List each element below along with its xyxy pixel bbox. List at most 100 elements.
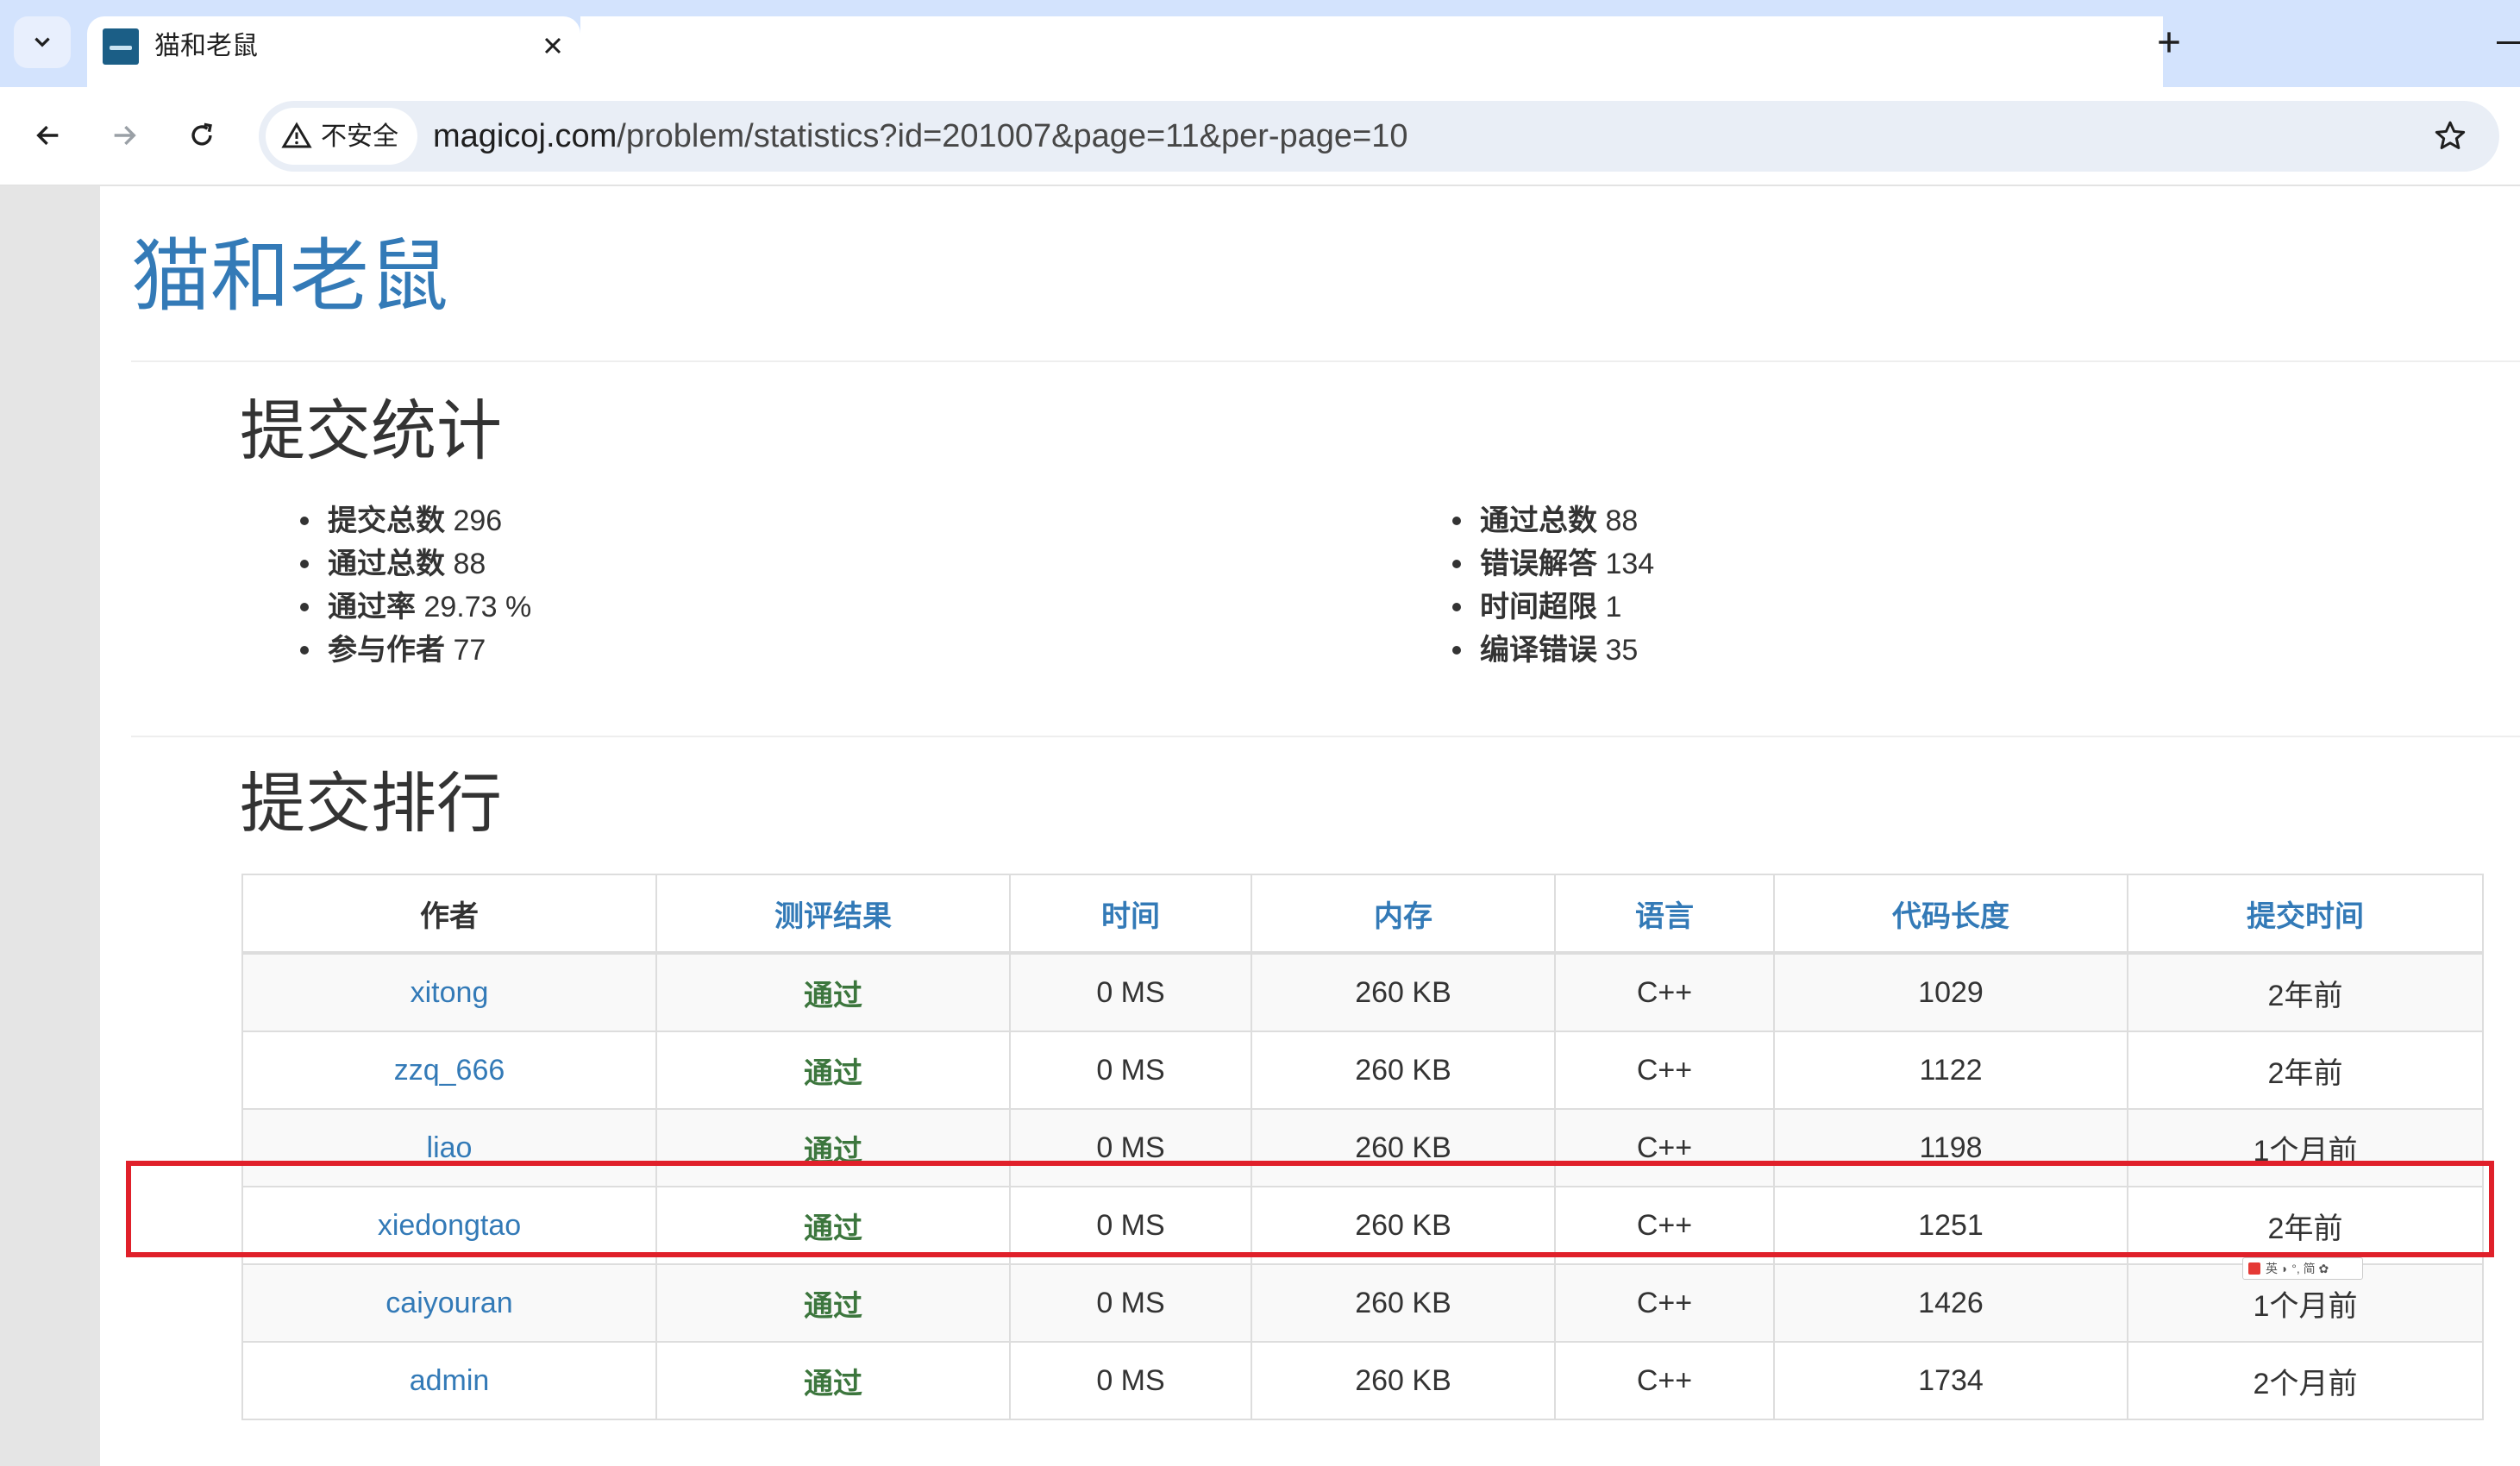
author-link[interactable]: admin [241,1341,657,1420]
stat-value: 77 [453,634,486,667]
back-button[interactable] [22,110,74,161]
ranking-table: 作者 测评结果 时间 内存 语言 代码长度 提交时间 xitong 通过 0 M… [241,874,2484,1420]
url-host: magicoj.com [433,118,617,154]
language-cell: C++ [1554,1031,1775,1110]
memory-cell: 260 KB [1251,1263,1556,1343]
code-length-cell: 1122 [1773,1031,2128,1110]
author-link[interactable]: xitong [241,952,657,1032]
page-left-gutter [0,186,100,1466]
table-header-row: 作者 测评结果 时间 内存 语言 代码长度 提交时间 [241,874,2484,955]
submit-time-cell: 2个月前 [2127,1341,2484,1420]
stat-label: 通过总数 [1480,504,1597,537]
table-row: admin 通过 0 MS 260 KB C++ 1734 2个月前 [241,1341,2484,1420]
stat-value: 29.73 % [423,591,532,623]
code-length-cell: 1734 [1773,1341,2128,1420]
memory-cell: 260 KB [1251,1341,1556,1420]
stat-item: 通过总数 88 [1452,499,1654,542]
memory-cell: 260 KB [1251,1031,1556,1110]
new-tab-button[interactable] [2147,21,2191,64]
stat-value: 296 [453,504,503,537]
reload-button[interactable] [176,110,228,161]
divider [131,736,2520,737]
star-icon [2435,121,2466,149]
author-link[interactable]: zzq_666 [241,1031,657,1110]
stat-item: 参与作者 77 [300,629,531,672]
code-length-cell: 1426 [1773,1263,2128,1343]
url-text[interactable]: magicoj.com/problem/statistics?id=201007… [433,118,1408,154]
stat-value: 35 [1605,634,1639,667]
warning-icon [281,122,312,148]
stat-label: 通过率 [328,591,416,623]
language-cell: C++ [1554,952,1775,1032]
stat-item: 错误解答 134 [1452,542,1654,586]
arrow-left-icon [36,125,59,146]
tab-title: 猫和老鼠 [154,32,258,60]
ime-logo-icon [2248,1262,2260,1275]
stat-label: 时间超限 [1480,591,1597,623]
stat-item: 通过总数 88 [300,542,531,586]
stat-item: 编译错误 35 [1452,629,1654,672]
memory-cell: 260 KB [1251,952,1556,1032]
stat-item: 时间超限 1 [1452,586,1654,629]
address-bar[interactable]: 不安全 magicoj.com/problem/statistics?id=20… [259,101,2499,172]
time-cell: 0 MS [1009,952,1252,1032]
url-path: /problem/statistics?id=201007&page=11&pe… [617,118,1408,154]
ranking-heading: 提交排行 [240,767,502,841]
column-header-memory[interactable]: 内存 [1251,874,1556,955]
forward-button[interactable] [98,110,150,161]
stat-label: 通过总数 [328,548,445,580]
result-link[interactable]: 通过 [655,1341,1011,1420]
stats-heading: 提交统计 [240,395,502,468]
plus-icon [2159,32,2179,53]
stat-value: 88 [453,548,486,580]
stat-value: 88 [1605,504,1639,537]
submit-time-cell: 2年前 [2127,1031,2484,1110]
stat-label: 错误解答 [1480,548,1597,580]
code-length-cell: 1029 [1773,952,2128,1032]
tab-search-button[interactable] [14,16,71,68]
ime-status-label: 英 ◗ °, 简 ✿ [2266,1262,2329,1275]
column-header-result[interactable]: 测评结果 [655,874,1011,955]
stat-item: 提交总数 296 [300,499,531,542]
language-cell: C++ [1554,1341,1775,1420]
table-row: xitong 通过 0 MS 260 KB C++ 1029 2年前 [241,952,2484,1032]
chevron-down-icon [34,37,50,47]
browser-toolbar: 不安全 magicoj.com/problem/statistics?id=20… [0,87,2520,186]
column-header-submit-time[interactable]: 提交时间 [2127,874,2484,955]
result-link[interactable]: 通过 [655,1263,1011,1343]
column-header-code-length[interactable]: 代码长度 [1773,874,2128,955]
result-link[interactable]: 通过 [655,1031,1011,1110]
stats-list-left: 提交总数 296 通过总数 88 通过率 29.73 % 参与作者 77 [300,499,531,672]
minimize-window-button[interactable] [2497,41,2520,44]
bookmark-button[interactable] [2428,114,2473,159]
stat-label: 提交总数 [328,504,445,537]
author-link[interactable]: caiyouran [241,1263,657,1343]
submit-time-cell: 2年前 [2127,952,2484,1032]
browser-tab-bar: 猫和老鼠 [0,0,2520,87]
security-indicator[interactable]: 不安全 [266,108,417,165]
stats-list-right: 通过总数 88 错误解答 134 时间超限 1 编译错误 35 [1452,499,1654,672]
active-tab[interactable]: 猫和老鼠 [87,16,580,87]
stat-item: 通过率 29.73 % [300,586,531,629]
column-header-author: 作者 [241,874,657,955]
time-cell: 0 MS [1009,1263,1252,1343]
tab-close-button[interactable] [536,28,570,63]
tab-strip [580,16,2163,87]
time-cell: 0 MS [1009,1031,1252,1110]
result-link[interactable]: 通过 [655,952,1011,1032]
column-header-language[interactable]: 语言 [1554,874,1775,955]
reload-icon [191,122,212,146]
problem-title-link[interactable]: 猫和老鼠 [131,229,448,324]
time-cell: 0 MS [1009,1341,1252,1420]
close-icon [544,37,561,54]
stat-label: 参与作者 [328,634,445,667]
column-header-time[interactable]: 时间 [1009,874,1252,955]
stat-value: 1 [1605,591,1622,623]
page-content: 猫和老鼠 提交统计 提交总数 296 通过总数 88 通过率 29.73 % 参… [100,186,2520,1466]
table-row: caiyouran 通过 0 MS 260 KB C++ 1426 1个月前 [241,1263,2484,1343]
ime-toolbar[interactable]: 英 ◗ °, 简 ✿ [2242,1257,2363,1280]
site-favicon-icon [103,28,139,65]
language-cell: C++ [1554,1263,1775,1343]
divider [131,360,2520,362]
highlight-annotation [126,1161,2494,1257]
